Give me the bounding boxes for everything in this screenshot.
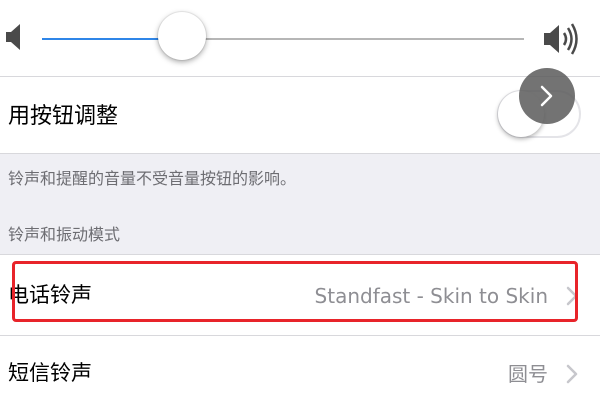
- chevron-right-icon: [566, 364, 578, 384]
- speaker-high-icon: [544, 23, 578, 55]
- assistive-touch-button[interactable]: [519, 68, 575, 124]
- section-header-ringtones: 铃声和振动模式: [8, 225, 121, 244]
- sms-tone-row[interactable]: 短信铃声 圆号: [0, 336, 600, 406]
- button-adjust-row: 用按钮调整: [0, 77, 600, 153]
- volume-slider[interactable]: [42, 38, 524, 40]
- volume-slider-row: [0, 0, 600, 76]
- button-adjust-label: 用按钮调整: [8, 104, 119, 129]
- sms-tone-label: 短信铃声: [8, 361, 92, 385]
- sms-tone-value: 圆号: [508, 362, 548, 386]
- speaker-low-icon: [6, 24, 20, 50]
- chevron-right-icon: [540, 85, 553, 107]
- highlight-annotation-box: [12, 261, 578, 322]
- volume-note-text: 铃声和提醒的音量不受音量按钮的影响。: [8, 169, 297, 188]
- volume-slider-thumb[interactable]: [157, 12, 206, 60]
